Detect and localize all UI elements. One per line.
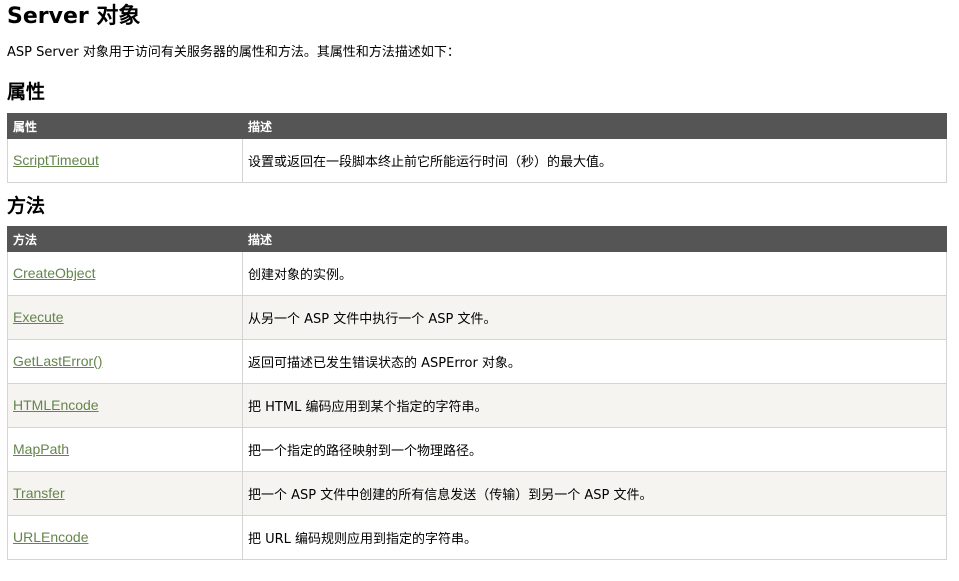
table-row: HTMLEncode 把 HTML 编码应用到某个指定的字符串。 — [7, 383, 947, 428]
column-header-property: 属性 — [7, 113, 243, 139]
method-desc-cell: 创建对象的实例。 — [242, 251, 947, 296]
method-name-cell: MapPath — [7, 427, 243, 472]
method-link-getlasterror[interactable]: GetLastError() — [13, 353, 102, 369]
table-row: MapPath 把一个指定的路径映射到一个物理路径。 — [7, 427, 947, 472]
method-link-createobject[interactable]: CreateObject — [13, 265, 95, 281]
properties-heading: 属性 — [7, 81, 46, 103]
methods-table: 方法 描述 CreateObject 创建对象的实例。 Execute 从另一个… — [7, 226, 947, 560]
intro-text: ASP Server 对象用于访问有关服务器的属性和方法。其属性和方法描述如下： — [7, 45, 460, 60]
table-row: ScriptTimeout 设置或返回在一段脚本终止前它所能运行时间（秒）的最大… — [7, 138, 947, 183]
property-desc-cell: 设置或返回在一段脚本终止前它所能运行时间（秒）的最大值。 — [242, 138, 947, 183]
column-header-description: 描述 — [242, 226, 947, 252]
method-name-cell: GetLastError() — [7, 339, 243, 384]
column-header-description: 描述 — [242, 113, 947, 139]
method-name-cell: Execute — [7, 295, 243, 340]
table-row: GetLastError() 返回可描述已发生错误状态的 ASPError 对象… — [7, 339, 947, 384]
method-desc-cell: 把一个指定的路径映射到一个物理路径。 — [242, 427, 947, 472]
table-row: CreateObject 创建对象的实例。 — [7, 251, 947, 296]
property-name-cell: ScriptTimeout — [7, 138, 243, 183]
method-name-cell: HTMLEncode — [7, 383, 243, 428]
method-desc-cell: 把 URL 编码规则应用到指定的字符串。 — [242, 515, 947, 560]
page: Server 对象 ASP Server 对象用于访问有关服务器的属性和方法。其… — [0, 0, 959, 581]
method-link-htmlencode[interactable]: HTMLEncode — [13, 397, 99, 413]
method-desc-cell: 把 HTML 编码应用到某个指定的字符串。 — [242, 383, 947, 428]
method-link-mappath[interactable]: MapPath — [13, 441, 69, 457]
method-desc-cell: 返回可描述已发生错误状态的 ASPError 对象。 — [242, 339, 947, 384]
method-name-cell: CreateObject — [7, 251, 243, 296]
properties-table: 属性 描述 ScriptTimeout 设置或返回在一段脚本终止前它所能运行时间… — [7, 113, 947, 183]
table-row: Execute 从另一个 ASP 文件中执行一个 ASP 文件。 — [7, 295, 947, 340]
page-title: Server 对象 — [7, 4, 141, 29]
method-link-transfer[interactable]: Transfer — [13, 485, 65, 501]
table-row: Transfer 把一个 ASP 文件中创建的所有信息发送（传输）到另一个 AS… — [7, 471, 947, 516]
methods-heading: 方法 — [7, 195, 46, 217]
table-header-row: 方法 描述 — [7, 226, 947, 252]
method-link-urlencode[interactable]: URLEncode — [13, 529, 89, 545]
method-desc-cell: 从另一个 ASP 文件中执行一个 ASP 文件。 — [242, 295, 947, 340]
table-header-row: 属性 描述 — [7, 113, 947, 139]
method-desc-cell: 把一个 ASP 文件中创建的所有信息发送（传输）到另一个 ASP 文件。 — [242, 471, 947, 516]
method-name-cell: Transfer — [7, 471, 243, 516]
table-row: URLEncode 把 URL 编码规则应用到指定的字符串。 — [7, 515, 947, 560]
property-link-scripttimeout[interactable]: ScriptTimeout — [13, 152, 99, 168]
method-link-execute[interactable]: Execute — [13, 309, 64, 325]
column-header-method: 方法 — [7, 226, 243, 252]
method-name-cell: URLEncode — [7, 515, 243, 560]
